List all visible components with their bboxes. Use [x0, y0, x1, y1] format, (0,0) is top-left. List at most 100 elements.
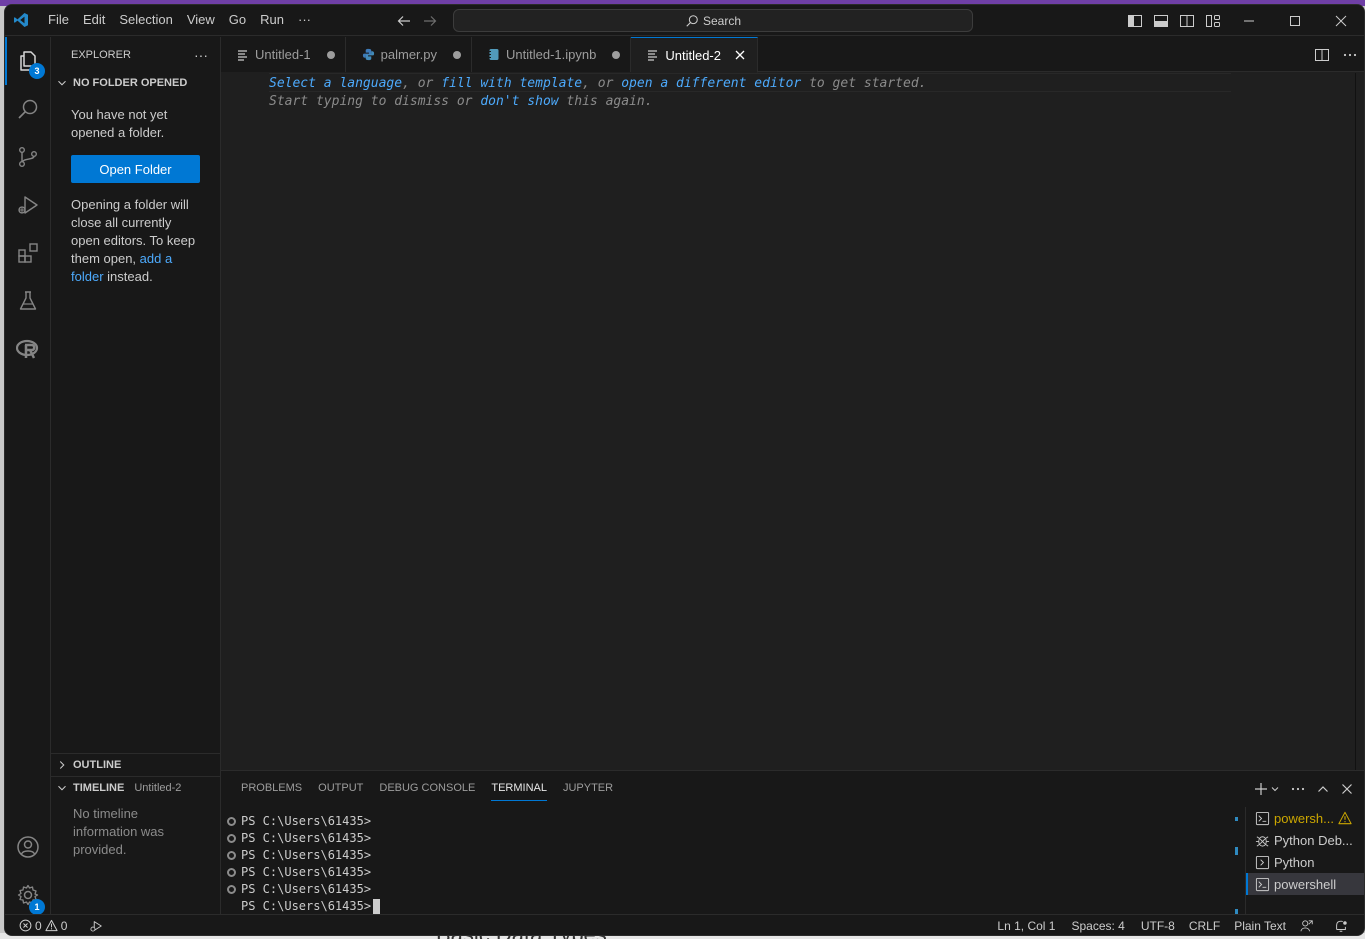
new-terminal-icon[interactable]	[1254, 782, 1280, 796]
fill-template-link[interactable]: fill with template	[441, 76, 582, 91]
terminal-icon	[1255, 855, 1270, 869]
customize-layout-icon[interactable]	[1204, 12, 1222, 30]
unsaved-dot-icon[interactable]	[453, 50, 462, 59]
toggle-primary-sidebar-icon[interactable]	[1126, 12, 1144, 30]
explorer-more-actions[interactable]: ···	[194, 47, 208, 63]
eol-status[interactable]: CRLF	[1183, 915, 1226, 936]
back-arrow-icon[interactable]	[395, 12, 413, 30]
forward-arrow-icon[interactable]	[421, 12, 439, 30]
editor-text-area[interactable]: Select a language , or fill with template…	[221, 73, 1364, 770]
activity-accounts[interactable]	[5, 823, 51, 871]
encoding-status[interactable]: UTF-8	[1135, 915, 1181, 936]
terminal-tab-powershell-1[interactable]: powersh...	[1246, 807, 1364, 829]
activity-source-control[interactable]	[5, 133, 51, 181]
close-tab-icon[interactable]	[733, 48, 747, 62]
tab-untitled-1-ipynb[interactable]: Untitled-1.ipynb	[472, 37, 632, 72]
command-center-search[interactable]: Search	[453, 9, 973, 32]
terminal-output[interactable]: PS C:\Users\61435> PS C:\Users\61435> PS…	[227, 813, 1227, 915]
unsaved-dot-icon[interactable]	[612, 50, 621, 59]
editor-hint-line-2: Start typing to dismiss or don't show th…	[269, 92, 653, 111]
activity-explorer[interactable]: 3	[5, 37, 51, 85]
terminal-tab-label: Python Deb...	[1274, 832, 1353, 848]
terminal-cursor	[373, 899, 381, 914]
search-icon	[18, 99, 38, 119]
activity-manage[interactable]: 1	[5, 871, 51, 919]
command-decoration-icon[interactable]	[227, 851, 236, 860]
debug-status[interactable]	[83, 915, 109, 936]
language-mode[interactable]: Plain Text	[1228, 915, 1292, 936]
outline-section: OUTLINE	[51, 753, 221, 776]
live-share-icon[interactable]	[1294, 915, 1320, 936]
indentation-status[interactable]: Spaces: 4	[1065, 915, 1130, 936]
close-window-icon[interactable]	[1318, 5, 1364, 36]
timeline-header[interactable]: TIMELINE Untitled-2	[51, 777, 221, 799]
command-decoration-icon[interactable]	[227, 868, 236, 877]
split-editor-icon[interactable]	[1314, 47, 1330, 63]
minimize-icon[interactable]	[1226, 5, 1272, 36]
info-text-before: Opening a folder will close all currentl…	[71, 197, 196, 266]
activity-search[interactable]	[5, 85, 51, 133]
activity-extensions[interactable]	[5, 229, 51, 277]
editor-group: Untitled-1 palmer.py Untitled-1.ipynb Un…	[221, 37, 1364, 770]
no-folder-section-header[interactable]: NO FOLDER OPENED	[51, 72, 220, 94]
command-decoration-icon[interactable]	[227, 885, 236, 894]
open-different-editor-link[interactable]: open a different editor	[621, 76, 801, 91]
select-language-link[interactable]: Select a language	[269, 76, 402, 91]
menu-file[interactable]: File	[41, 8, 76, 32]
maximize-icon[interactable]	[1272, 5, 1318, 36]
dont-show-link[interactable]: don't show	[480, 94, 558, 109]
primary-sidebar: EXPLORER ··· NO FOLDER OPENED You have n…	[51, 37, 221, 914]
panel-tab-debug-console[interactable]: DEBUG CONSOLE	[371, 771, 483, 806]
menu-selection[interactable]: Selection	[112, 8, 179, 32]
notifications-bell-icon[interactable]	[1328, 915, 1354, 936]
python-file-icon	[362, 48, 374, 61]
panel-tab-terminal[interactable]: TERMINAL	[483, 771, 555, 806]
menu-edit[interactable]: Edit	[76, 8, 112, 32]
problems-status[interactable]: 0 0	[17, 915, 69, 936]
timeline-file: Untitled-2	[134, 782, 182, 794]
command-decoration-icon[interactable]	[227, 834, 236, 843]
account-icon	[17, 836, 39, 858]
outline-header[interactable]: OUTLINE	[51, 754, 221, 776]
text-file-icon	[238, 49, 247, 61]
hint-text: , or	[582, 76, 622, 91]
terminal-scrollbar[interactable]	[1231, 809, 1241, 915]
menu-more[interactable]: ···	[291, 8, 318, 32]
tab-untitled-2[interactable]: Untitled-2	[631, 37, 758, 73]
menu-bar: File Edit Selection View Go Run ···	[41, 8, 318, 32]
toggle-panel-icon[interactable]	[1152, 12, 1170, 30]
tab-untitled-1[interactable]: Untitled-1	[221, 37, 346, 72]
tab-palmer-py[interactable]: palmer.py	[345, 37, 473, 72]
status-bar: 0 0 Ln 1, Col 1 Spaces: 4 UTF-8 CRLF Pla…	[5, 914, 1364, 936]
panel-tab-output[interactable]: OUTPUT	[310, 771, 371, 806]
toggle-secondary-sidebar-icon[interactable]	[1178, 12, 1196, 30]
editor-tabs: Untitled-1 palmer.py Untitled-1.ipynb Un…	[221, 37, 1364, 73]
activity-testing[interactable]	[5, 277, 51, 325]
status-bar-right: Ln 1, Col 1 Spaces: 4 UTF-8 CRLF Plain T…	[991, 915, 1354, 936]
terminal-line-text: PS C:\Users\61435>	[241, 899, 372, 913]
command-decoration-icon[interactable]	[227, 817, 236, 826]
menu-run[interactable]: Run	[253, 8, 291, 32]
chevron-down-icon[interactable]	[1270, 784, 1280, 794]
unsaved-dot-icon[interactable]	[326, 50, 335, 59]
maximize-panel-icon[interactable]	[1316, 782, 1330, 796]
terminal-tab-powershell-2[interactable]: powershell	[1246, 873, 1364, 895]
menu-go[interactable]: Go	[222, 8, 253, 32]
panel-tab-problems[interactable]: PROBLEMS	[233, 771, 310, 806]
layout-controls	[1126, 5, 1222, 36]
hint-text: to get started.	[801, 76, 927, 91]
editor-scrollbar[interactable]	[1355, 73, 1356, 770]
activity-r-language[interactable]	[5, 325, 51, 373]
activity-run-debug[interactable]	[5, 181, 51, 229]
menu-view[interactable]: View	[180, 8, 222, 32]
more-actions-icon[interactable]	[1342, 47, 1358, 63]
cursor-position[interactable]: Ln 1, Col 1	[991, 915, 1061, 936]
terminal-tab-python-debug[interactable]: Python Deb...	[1246, 829, 1364, 851]
run-debug-icon	[18, 196, 38, 214]
panel-more-icon[interactable]	[1290, 781, 1306, 797]
terminal-tab-python[interactable]: Python	[1246, 851, 1364, 873]
open-folder-button[interactable]: Open Folder	[71, 155, 200, 183]
info-text-after: instead.	[103, 269, 153, 284]
close-panel-icon[interactable]	[1340, 782, 1354, 796]
panel-tab-jupyter[interactable]: JUPYTER	[555, 771, 621, 806]
